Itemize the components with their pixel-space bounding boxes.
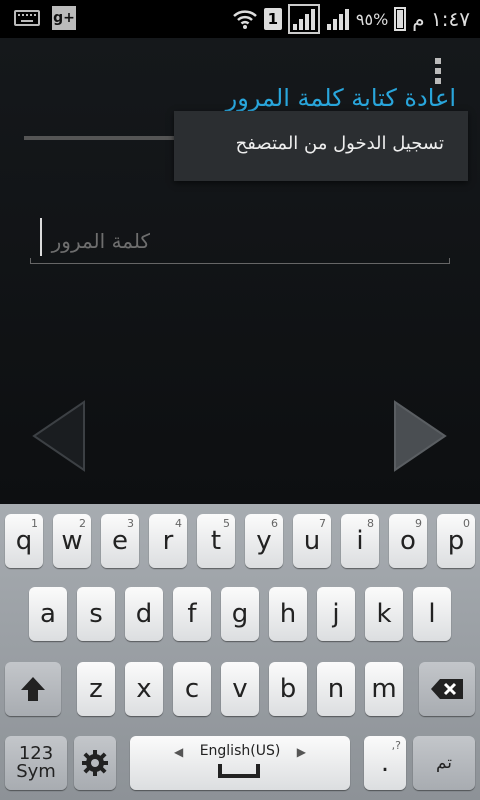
key-q[interactable]: q1 [5,514,43,568]
key-a[interactable]: a [29,587,67,641]
key-l[interactable]: l [413,587,451,641]
key-number-hint: 6 [271,517,278,530]
overflow-menu-icon[interactable] [433,58,443,92]
keyboard-icon [14,10,40,26]
key-number-hint: 2 [79,517,86,530]
key-label: q [15,526,33,556]
key-h[interactable]: h [269,587,307,641]
key-v[interactable]: v [221,662,259,716]
key-label: e [112,526,128,556]
google-plus-icon: g+ [52,6,76,30]
period-key-hint: ,? [391,739,401,752]
password-field[interactable] [30,214,450,264]
battery-percent: ٩٥% [355,9,389,29]
next-arrow-icon[interactable] [393,400,447,472]
key-label: p [447,526,465,556]
key-o[interactable]: o9 [389,514,427,568]
status-bar-left: g+ [14,6,76,30]
symbols-key-bottom: Sym [16,761,56,782]
key-f[interactable]: f [173,587,211,641]
signal-sim1-icon [287,4,320,34]
key-c[interactable]: c [173,662,211,716]
key-g[interactable]: g [221,587,259,641]
key-number-hint: 7 [319,517,326,530]
key-y[interactable]: y6 [245,514,283,568]
key-w[interactable]: w2 [53,514,91,568]
app-screen: اعادة كتابة كلمة المرور تسجيل الدخول من … [0,38,480,504]
key-e[interactable]: e3 [101,514,139,568]
key-number-hint: 1 [31,517,38,530]
key-r[interactable]: r4 [149,514,187,568]
key-n[interactable]: n [317,662,355,716]
settings-key[interactable] [74,736,116,790]
key-label: o [400,526,416,556]
shift-arrow-icon [21,677,45,701]
period-key[interactable]: ,? . [364,736,406,790]
key-s[interactable]: s [77,587,115,641]
key-i[interactable]: i8 [341,514,379,568]
status-bar-right: 1 ٩٥% ١:٤٧ م [232,4,470,34]
key-number-hint: 9 [415,517,422,530]
wifi-icon [233,10,257,29]
key-p[interactable]: p0 [437,514,475,568]
key-k[interactable]: k [365,587,403,641]
key-z[interactable]: z [77,662,115,716]
page-title: اعادة كتابة كلمة المرور [225,84,456,112]
signal-sim2-icon [326,9,349,30]
overflow-menu: تسجيل الدخول من المتصفح [174,111,468,181]
clock: ١:٤٧ م [412,7,470,31]
key-number-hint: 5 [223,517,230,530]
key-number-hint: 3 [127,517,134,530]
keyboard-language: English(US) [199,743,281,759]
key-number-hint: 4 [175,517,182,530]
progress-bar [24,136,184,140]
space-key[interactable]: ◀ English(US) ▶ [130,736,350,790]
gear-icon [82,750,108,776]
done-key[interactable]: تم [413,736,475,790]
menu-item-browser-login[interactable]: تسجيل الدخول من المتصفح [236,133,444,154]
key-t[interactable]: t5 [197,514,235,568]
status-bar: g+ 1 ٩٥% ١:٤٧ م [0,0,480,38]
previous-arrow-icon[interactable] [32,400,86,472]
key-b[interactable]: b [269,662,307,716]
space-bar-icon [218,764,260,778]
key-d[interactable]: d [125,587,163,641]
key-label: u [303,526,321,556]
key-m[interactable]: m [365,662,403,716]
key-label: i [356,526,364,556]
backspace-key[interactable] [419,662,475,716]
sim-slot-icon: 1 [263,8,282,30]
key-label: t [210,526,222,556]
symbols-key[interactable]: 123 Sym [5,736,67,790]
key-label: y [256,526,272,556]
language-next-icon: ▶ [296,745,306,759]
shift-key[interactable] [5,662,61,716]
period-key-label: . [380,748,390,778]
key-u[interactable]: u7 [293,514,331,568]
text-cursor [40,218,42,256]
password-input[interactable] [30,224,150,258]
key-number-hint: 8 [367,517,374,530]
battery-icon [394,7,407,31]
key-x[interactable]: x [125,662,163,716]
on-screen-keyboard: q1 w2 e3 r4 t5 y6 u7 i8 o9 p0 a s d f g … [0,504,480,800]
key-number-hint: 0 [463,517,470,530]
key-j[interactable]: j [317,587,355,641]
key-label: w [61,526,83,556]
key-label: r [162,526,174,556]
backspace-icon [431,679,463,699]
